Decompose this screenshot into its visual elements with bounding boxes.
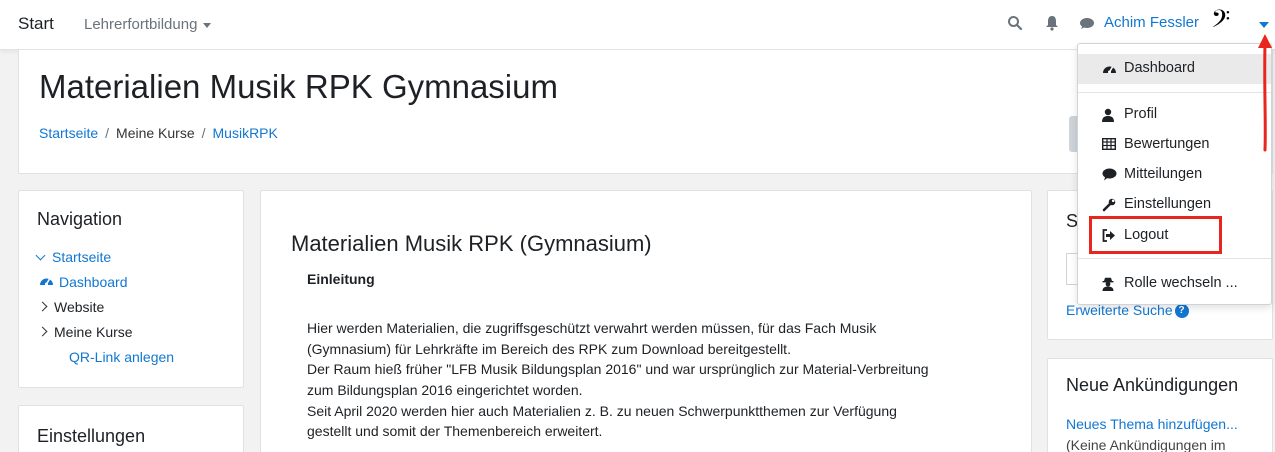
menu-item-dashboard[interactable]: Dashboard [1078, 54, 1271, 84]
nav-item-website[interactable]: Website [37, 299, 105, 315]
menu-divider [1078, 92, 1271, 93]
nav-item-label: Website [54, 299, 105, 315]
nav-item-label: Startseite [52, 249, 112, 265]
user-icon [1102, 108, 1116, 122]
menu-item-label: Profil [1124, 106, 1158, 122]
menu-item-rolle-wechseln[interactable]: Rolle wechseln ... [1078, 269, 1271, 299]
menu-item-label: Rolle wechseln ... [1124, 275, 1238, 291]
paragraph-line: Der Raum hieß früher "LFB Musik Bildungs… [307, 361, 929, 377]
menu-divider [1078, 258, 1271, 259]
navigation-block: Navigation Startseite Dashboard Website … [18, 190, 244, 388]
nav-item-qr-link[interactable]: QR-Link anlegen [69, 349, 174, 365]
table-icon [1101, 137, 1117, 152]
chat-icon[interactable] [1079, 17, 1095, 35]
caret-down-icon [203, 22, 212, 28]
breadcrumb-separator: / [201, 125, 206, 141]
brand-link[interactable]: Start [18, 14, 54, 34]
red-arrow-annotation [1258, 34, 1272, 152]
breadcrumb-musikrpk[interactable]: MusikRPK [213, 125, 278, 141]
user-menu-dropdown: Dashboard Profil Bewertungen Mitteilunge… [1077, 43, 1272, 305]
breadcrumb-startseite[interactable]: Startseite [39, 125, 98, 141]
menu-item-label: Dashboard [1124, 60, 1195, 76]
course-menu-label: Lehrerfortbildung [84, 16, 198, 33]
nav-item-label: Dashboard [59, 274, 128, 290]
section-heading: Einleitung [307, 271, 375, 287]
breadcrumb: Startseite / Meine Kurse / MusikRPK [39, 125, 278, 141]
navigation-block-title: Navigation [37, 209, 123, 229]
search-icon[interactable] [1007, 15, 1023, 35]
add-topic-link[interactable]: Neues Thema hinzufügen... [1066, 416, 1238, 432]
chat-icon [1102, 168, 1117, 182]
main-content: Materialien Musik RPK (Gymnasium) Einlei… [260, 190, 1032, 452]
nav-item-startseite[interactable]: Startseite [35, 249, 112, 265]
chevron-right-icon [37, 326, 48, 337]
nav-item-meine-kurse[interactable]: Meine Kurse [37, 324, 133, 340]
dashboard-icon [39, 274, 54, 290]
menu-item-bewertungen[interactable]: Bewertungen [1078, 130, 1271, 160]
user-secret-icon [1102, 277, 1116, 291]
news-block: Neue Ankündigungen Neues Thema hinzufüge… [1047, 358, 1273, 452]
course-section-title: Materialien Musik RPK (Gymnasium) [291, 231, 652, 256]
news-block-title: Neue Ankündigungen [1066, 375, 1239, 395]
menu-item-profil[interactable]: Profil [1078, 100, 1271, 130]
menu-item-label: Mitteilungen [1124, 166, 1203, 182]
user-name-link[interactable]: Achim Fessler [1104, 14, 1199, 31]
menu-item-mitteilungen[interactable]: Mitteilungen [1078, 160, 1271, 190]
chevron-right-icon [37, 301, 48, 312]
nav-item-label: Meine Kurse [54, 324, 133, 340]
menu-item-label: Einstellungen [1124, 196, 1212, 212]
course-menu[interactable]: Lehrerfortbildung [84, 16, 212, 33]
user-menu-caret-icon[interactable] [1259, 22, 1269, 28]
paragraph-line: Seit April 2020 werden hier auch Materia… [307, 403, 897, 419]
no-news-text: (Keine Ankündigungen im [1066, 437, 1226, 452]
chevron-down-icon [35, 250, 46, 261]
help-icon[interactable]: ? [1174, 304, 1189, 319]
dashboard-icon [1102, 62, 1116, 76]
menu-item-label: Bewertungen [1124, 136, 1210, 152]
settings-block: Einstellungen [18, 405, 244, 452]
paragraph-line: gestellt und somit der Themenbereich erw… [307, 423, 603, 439]
bell-icon[interactable] [1045, 15, 1059, 35]
settings-block-title: Einstellungen [37, 426, 146, 446]
logout-highlight-box [1089, 216, 1222, 254]
breadcrumb-separator: / [105, 125, 110, 141]
avatar[interactable]: 𝄢 [1211, 6, 1230, 40]
paragraph-line: zum Bildungsplan 2016 eingerichtet worde… [307, 382, 583, 398]
paragraph-line: (Gymnasium) für Lehrkräfte im Bereich de… [307, 341, 791, 357]
breadcrumb-meine-kurse: Meine Kurse [116, 125, 195, 141]
paragraph-line: Hier werden Materialien, die zugriffsges… [307, 320, 877, 336]
nav-item-dashboard[interactable]: Dashboard [39, 274, 128, 290]
page-title: Materialien Musik RPK Gymnasium [39, 68, 558, 105]
wrench-icon [1102, 198, 1116, 212]
